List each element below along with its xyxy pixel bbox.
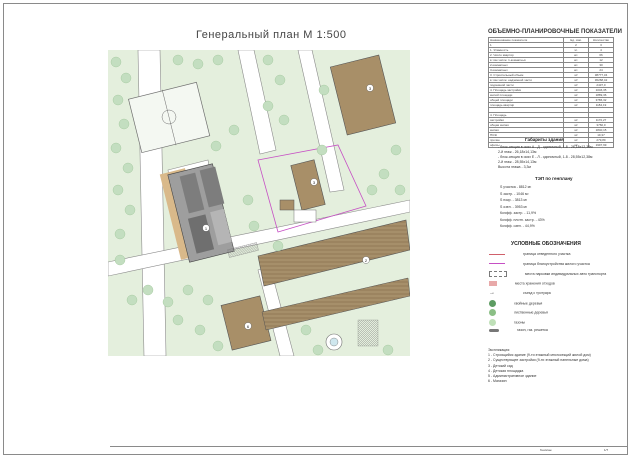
legend-symbol-rect-fill [489, 280, 497, 286]
legend-label: хвойные деревья [514, 300, 543, 305]
tep-line: Коэфф. озел. - 44,9% [500, 224, 535, 228]
legend-symbol-circle-dark [489, 299, 496, 307]
dimension-line: Высота этажа - 3,3м [498, 165, 531, 169]
legend-symbol-pill [489, 328, 499, 332]
legend-label: места хранения отходов [515, 280, 555, 285]
site-plan: 3 1 3 2 6 [108, 50, 410, 356]
legend-label: места парковки индивидуальных авто транс… [525, 271, 607, 276]
legend-item: места хранения отходов [489, 280, 555, 286]
legend-item: газон, газ. решетка [489, 328, 548, 332]
legend-symbol-rect-dash [489, 271, 507, 277]
note-item: 2 - Существующее застройки (9-ти этажный… [488, 358, 589, 363]
legend-label: лиственные деревья [514, 310, 548, 315]
legend-symbol-circle-star [489, 309, 496, 316]
legend-item: граница отведенного участка [489, 252, 571, 256]
legend-label: газон, газ. решетка [517, 328, 548, 332]
legend-item: → съезд с тротуара [489, 290, 551, 296]
legend-label: граница отведенного участка [523, 252, 571, 256]
notes: Экспликация: 1 - Строящийся здание (9-ти… [488, 348, 591, 384]
fountain [325, 333, 343, 351]
note-item: 6 - Магазин [488, 379, 507, 384]
legend-label: граница благоустройства жилого участка [523, 261, 590, 266]
page-number: 1/7 [604, 448, 609, 452]
page-title: Генеральный план М 1:500 [196, 29, 347, 41]
legend-item: граница благоустройства жилого участка [489, 262, 590, 266]
title-block-line [110, 446, 628, 447]
legend-title: УСЛОВНЫЕ ОБОЗНАЧЕНИЯ [511, 241, 581, 247]
legend-label: съезд с тротуара [523, 290, 551, 295]
legend-item: хвойные деревья [489, 299, 543, 307]
legend-item: лиственные деревья [489, 309, 548, 316]
legend-symbol-arrow: → [489, 290, 495, 296]
tep-title: ТЭП по генплану [535, 176, 573, 181]
table-title: ОБЪЕМНО-ПЛАНИРОВОЧНЫЕ ПОКАЗАТЕЛИ [488, 29, 622, 35]
legend-symbol-line-magenta [489, 263, 505, 265]
stamp-label: Генплан [540, 448, 552, 452]
legend-symbol-line-red [489, 253, 505, 255]
legend-symbol-circle-light [489, 318, 496, 326]
legend-label: газоны [514, 319, 526, 324]
indicators-table: Наименование показателя Ед. изм. Количес… [488, 37, 614, 148]
dimensions-title: Габариты здания [525, 137, 564, 142]
legend-item: места парковки индивидуальных авто транс… [489, 271, 606, 277]
legend-item: газоны [489, 318, 526, 326]
